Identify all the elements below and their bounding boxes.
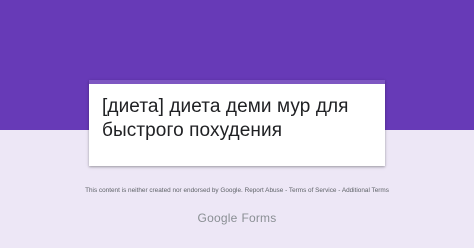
report-abuse-link[interactable]: Report Abuse — [245, 187, 284, 194]
google-forms-logo[interactable]: Google Forms — [0, 210, 474, 226]
disclaimer-text: This content is neither created nor endo… — [85, 187, 243, 194]
logo-brand: Google — [197, 211, 238, 225]
logo-product: Forms — [241, 211, 277, 225]
form-title: [диета] диета деми мур для быстрого поху… — [102, 96, 349, 141]
footer-disclaimer: This content is neither created nor endo… — [80, 187, 394, 195]
terms-of-service-link[interactable]: Terms of Service — [289, 187, 337, 194]
additional-terms-link[interactable]: Additional Terms — [342, 187, 389, 194]
form-header-card: [диета] диета деми мур для быстрого поху… — [89, 80, 385, 166]
